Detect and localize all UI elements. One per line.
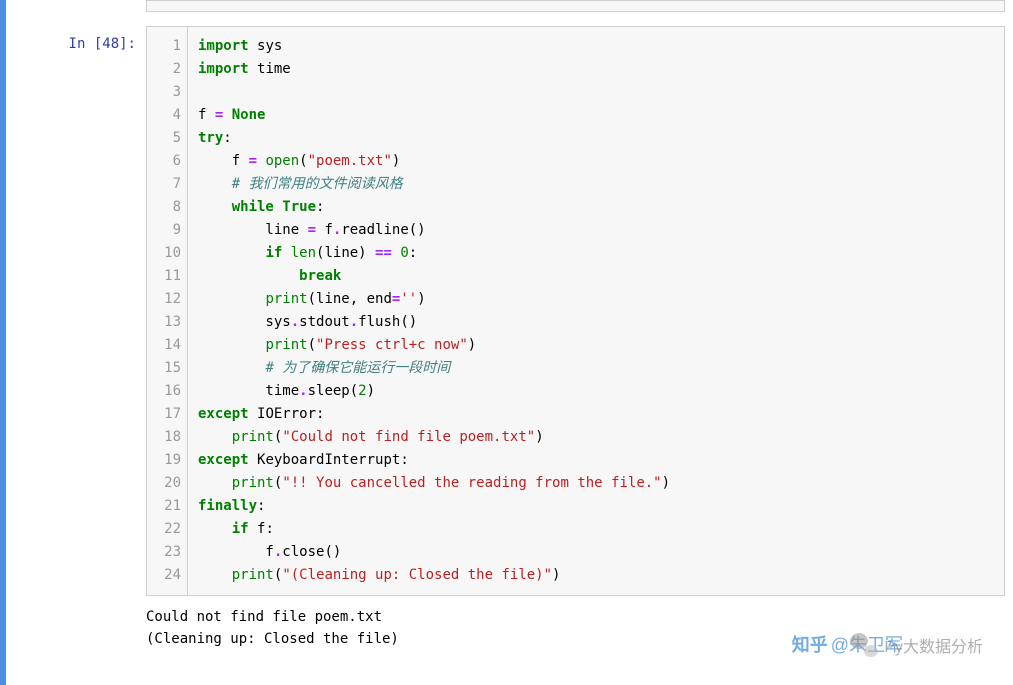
wechat-icon [850,633,878,657]
wechat-text: Py大数据分析 [884,633,983,657]
collapsed-cell-bar [146,0,1005,12]
code-input-area[interactable]: 123456789101112131415161718192021222324 … [146,26,1005,596]
cell-prompt: In [48]: [6,26,146,596]
code-cell: In [48]: 1234567891011121314151617181920… [6,26,1013,596]
prompt-number: [48]: [94,36,136,52]
output-prompt-spacer [6,606,146,650]
prompt-in: In [69,36,94,52]
code-content[interactable]: import sysimport time f = Nonetry: f = o… [187,27,1004,595]
line-number-gutter: 123456789101112131415161718192021222324 [147,27,187,595]
wechat-watermark: Py大数据分析 [850,633,983,657]
zhihu-logo-text: 知乎 [792,635,828,655]
